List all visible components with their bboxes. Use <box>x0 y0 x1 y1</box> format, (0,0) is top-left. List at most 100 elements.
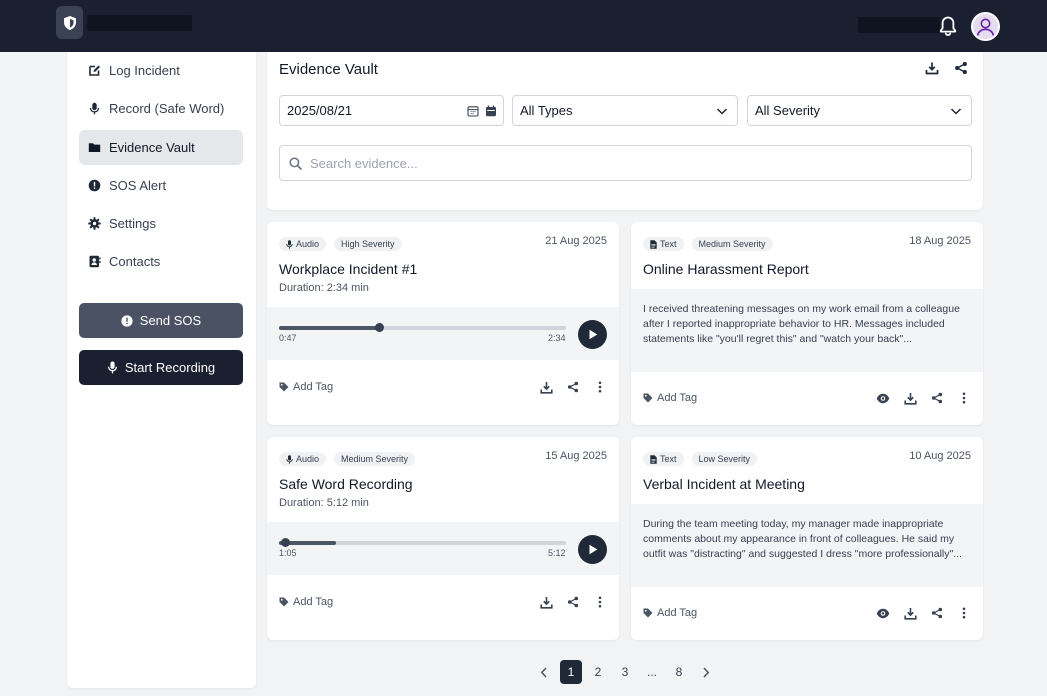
view-button[interactable] <box>876 391 890 405</box>
alert-circle-icon <box>88 179 101 192</box>
share-vault-button[interactable] <box>954 61 968 75</box>
type-badge-label: Audio <box>296 239 320 249</box>
page-ellipsis: ... <box>646 665 657 679</box>
download-button[interactable] <box>903 606 917 620</box>
current-time: 0:47 <box>279 333 297 343</box>
download-icon <box>903 607 917 620</box>
card-title: Online Harassment Report <box>643 261 809 277</box>
app-logo[interactable] <box>56 6 83 39</box>
calendar-icon[interactable] <box>485 105 497 117</box>
more-options-button[interactable] <box>593 380 607 394</box>
more-options-button[interactable] <box>957 606 971 620</box>
microphone-icon <box>286 454 293 464</box>
download-button[interactable] <box>903 391 917 405</box>
add-tag-label: Add Tag <box>657 392 698 404</box>
start-recording-button[interactable]: Start Recording <box>79 350 243 385</box>
card-date: 15 Aug 2025 <box>545 450 607 462</box>
microphone-icon <box>286 239 293 249</box>
add-tag-button[interactable]: Add Tag <box>279 380 333 394</box>
share-button[interactable] <box>566 595 580 609</box>
sidebar-item-label: Evidence Vault <box>109 140 195 155</box>
total-time: 2:34 <box>548 333 566 343</box>
export-button[interactable] <box>925 61 939 75</box>
download-button[interactable] <box>539 595 553 609</box>
type-badge: Audio <box>279 452 327 466</box>
play-button[interactable] <box>578 535 607 564</box>
sidebar-item-label: Contacts <box>109 254 161 269</box>
audio-progress-handle[interactable] <box>375 323 385 332</box>
evidence-card-audio[interactable]: Audio High Severity 21 Aug 2025 Workplac… <box>267 222 619 425</box>
sidebar-item-settings[interactable]: Settings <box>79 206 243 241</box>
chevron-down-icon <box>716 108 728 115</box>
tag-icon <box>279 382 289 392</box>
audio-progress-track[interactable] <box>279 538 566 547</box>
card-date: 21 Aug 2025 <box>545 235 607 247</box>
sidebar-item-record-safe-word[interactable]: Record (Safe Word) <box>79 91 243 126</box>
total-time: 5:12 <box>548 548 566 558</box>
gear-icon <box>88 217 101 230</box>
more-options-button[interactable] <box>957 391 971 405</box>
send-sos-button[interactable]: Send SOS <box>79 303 243 338</box>
add-tag-button[interactable]: Add Tag <box>643 391 697 405</box>
more-vertical-icon <box>962 607 966 619</box>
share-icon <box>567 381 579 393</box>
date-filter-input[interactable]: 2025/08/21 <box>279 95 504 126</box>
evidence-card-text[interactable]: Text Medium Severity 18 Aug 2025 Online … <box>631 222 983 425</box>
card-duration: Duration: 5:12 min <box>279 497 369 509</box>
download-button[interactable] <box>539 380 553 394</box>
type-badge: Text <box>643 452 684 466</box>
type-badge-label: Text <box>660 454 677 464</box>
bell-icon <box>939 16 957 37</box>
more-vertical-icon <box>962 392 966 404</box>
tag-icon <box>643 393 653 403</box>
search-icon <box>289 156 302 170</box>
user-avatar[interactable] <box>971 12 1000 41</box>
page-2-button[interactable]: 2 <box>587 660 609 684</box>
previous-page-button[interactable] <box>533 660 555 684</box>
page-1-button[interactable]: 1 <box>560 660 582 684</box>
sidebar-item-log-incident[interactable]: Log Incident <box>79 53 243 88</box>
share-icon <box>567 596 579 608</box>
share-button[interactable] <box>930 391 944 405</box>
search-input[interactable] <box>310 155 910 171</box>
download-icon <box>539 596 553 609</box>
address-book-icon <box>88 255 101 268</box>
share-button[interactable] <box>566 380 580 394</box>
sidebar-item-sos-alert[interactable]: SOS Alert <box>79 168 243 203</box>
pagination: 1 2 3 ... 8 <box>533 660 722 684</box>
microphone-icon <box>88 102 101 115</box>
tag-icon <box>279 597 289 607</box>
severity-filter-select[interactable]: All Severity <box>747 95 972 126</box>
evidence-card-audio[interactable]: Audio Medium Severity 15 Aug 2025 Safe W… <box>267 437 619 640</box>
sidebar-item-label: Settings <box>109 216 156 231</box>
sidebar: Log Incident Record (Safe Word) Evidence… <box>67 52 256 688</box>
view-button[interactable] <box>876 606 890 620</box>
audio-progress-track[interactable] <box>279 323 566 332</box>
notifications-button[interactable] <box>936 14 960 38</box>
share-icon <box>931 392 943 404</box>
more-vertical-icon <box>598 596 602 608</box>
card-excerpt: During the team meeting today, my manage… <box>631 504 983 587</box>
sidebar-item-evidence-vault[interactable]: Evidence Vault <box>79 130 243 165</box>
severity-filter-value: All Severity <box>755 103 821 118</box>
evidence-card-text[interactable]: Text Low Severity 10 Aug 2025 Verbal Inc… <box>631 437 983 640</box>
audio-player: 0:47 2:34 <box>267 307 619 360</box>
app-name-redacted <box>87 15 192 31</box>
play-button[interactable] <box>578 320 607 349</box>
folder-icon <box>88 141 101 154</box>
audio-progress-handle[interactable] <box>280 538 290 547</box>
page-3-button[interactable]: 3 <box>614 660 636 684</box>
card-excerpt: I received threatening messages on my wo… <box>631 289 983 372</box>
sidebar-item-label: Log Incident <box>109 63 180 78</box>
card-date: 10 Aug 2025 <box>909 450 971 462</box>
add-tag-button[interactable]: Add Tag <box>643 606 697 620</box>
user-avatar-icon <box>976 18 995 36</box>
add-tag-button[interactable]: Add Tag <box>279 595 333 609</box>
chevron-down-icon <box>950 108 962 115</box>
sidebar-item-contacts[interactable]: Contacts <box>79 244 243 279</box>
share-button[interactable] <box>930 606 944 620</box>
next-page-button[interactable] <box>695 660 717 684</box>
page-8-button[interactable]: 8 <box>668 660 690 684</box>
type-filter-select[interactable]: All Types <box>512 95 738 126</box>
more-options-button[interactable] <box>593 595 607 609</box>
